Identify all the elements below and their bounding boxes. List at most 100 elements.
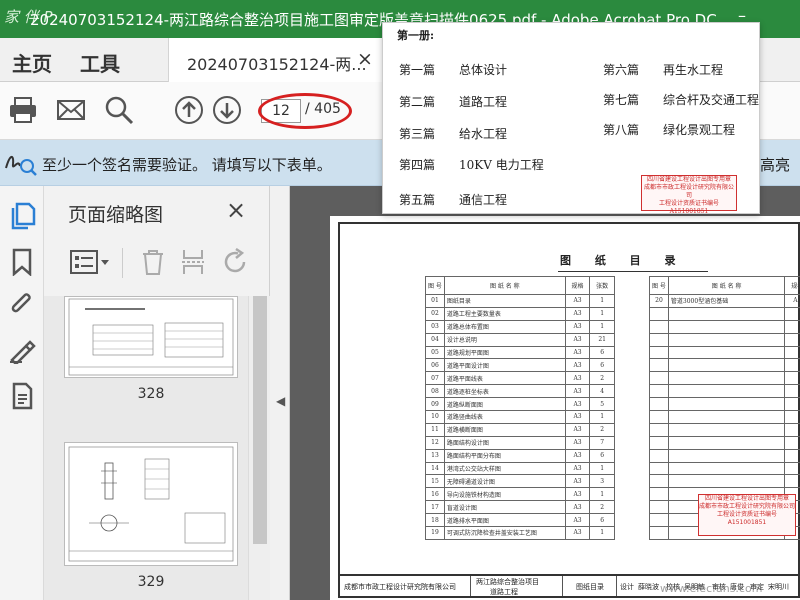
cell-name: 图纸目录 — [443, 294, 566, 308]
cell-name — [667, 319, 786, 334]
cell-no — [649, 435, 669, 450]
cell-spec: A3 — [564, 435, 591, 450]
volume-list-header: 第一册: — [397, 29, 435, 42]
header-no: 图 号 — [425, 276, 445, 295]
cell-no — [649, 345, 669, 360]
table-row: 07 道路平面线表 A3 2 — [425, 371, 615, 386]
cell-no: 17 — [425, 500, 445, 515]
highlight-label[interactable]: 高亮 — [760, 154, 790, 175]
cell-spec — [784, 474, 800, 489]
thumbnail-drawing — [68, 298, 234, 376]
document-tab-label: 20240703152124-两... — [187, 55, 367, 74]
cell-count: 1 — [589, 526, 615, 540]
table-row — [649, 345, 800, 360]
cell-name: 港湾式公交站大样图 — [443, 461, 566, 476]
cell-name — [667, 422, 786, 437]
signature-pen-icon[interactable] — [8, 336, 36, 364]
table-row: 18 道路排水平面图 A3 6 — [425, 513, 615, 528]
cell-spec — [784, 435, 800, 450]
document-page: 图 纸 目 录 图 号 图 纸 名 称 规格 张数 01 图纸目录 A3 1 02 道路工… — [330, 216, 800, 600]
cell-spec: A3 — [564, 345, 591, 360]
tab-home[interactable]: 主页 — [12, 48, 52, 77]
table-row — [649, 306, 800, 321]
cell-name — [667, 397, 786, 412]
header-count: 张数 — [589, 276, 615, 295]
cell-name — [667, 306, 786, 321]
stamp-line: A151001851 — [727, 519, 767, 526]
cell-no: 03 — [425, 319, 445, 334]
titleblock-project: 两江路综合整治项目 — [476, 578, 539, 586]
drawing-index-table-left: 图 号 图 纸 名 称 规格 张数 01 图纸目录 A3 1 02 道路工程主要数量表 A3… — [425, 276, 615, 540]
thumbnail-page-number: 329 — [137, 574, 165, 590]
delete-page-icon[interactable] — [140, 248, 166, 276]
cell-spec: A3 — [564, 358, 591, 373]
cell-no: 07 — [425, 371, 445, 386]
table-row — [649, 461, 800, 476]
cell-no — [649, 332, 669, 347]
cell-no — [649, 500, 669, 515]
cell-spec: A3 — [564, 319, 591, 334]
cell-spec: A3 — [564, 384, 591, 399]
cell-spec — [784, 461, 800, 476]
cell-name: 道路总体布置图 — [443, 319, 566, 334]
cell-name: 道路排水平面图 — [443, 513, 566, 528]
document-view[interactable]: 图 纸 目 录 图 号 图 纸 名 称 规格 张数 01 图纸目录 A3 1 02 道路工… — [290, 186, 800, 600]
cell-spec: A3 — [564, 422, 591, 437]
thumbnail-scrollbar[interactable] — [248, 296, 270, 600]
search-icon[interactable] — [104, 95, 134, 125]
page-thumbnails-icon[interactable] — [8, 202, 36, 230]
document-properties-icon[interactable] — [8, 382, 36, 410]
cell-name — [667, 410, 786, 424]
previous-page-icon[interactable] — [174, 95, 204, 125]
header-name: 图 纸 名 称 — [443, 276, 566, 295]
thumbnails-panel-title: 页面缩略图 — [68, 204, 164, 226]
cell-spec: A3 — [784, 294, 800, 308]
cell-spec: A3 — [564, 332, 591, 347]
stamp-line: A151001851 — [669, 208, 709, 215]
cell-name — [667, 371, 786, 386]
table-row: 17 盲道设计图 A3 2 — [425, 500, 615, 515]
cell-no: 11 — [425, 422, 445, 437]
volume-item: 第二篇 道路工程 — [399, 95, 508, 109]
email-icon[interactable] — [56, 95, 86, 125]
design-stamp: 四川省建设工程设计出图专用章 成都市市政工程设计研究院有限公司 工程设计资质证书… — [698, 494, 796, 536]
page-thumbnail-328[interactable] — [64, 296, 238, 378]
cell-spec: A3 — [564, 448, 591, 463]
page-thumbnail-329[interactable] — [64, 442, 238, 566]
next-page-icon[interactable] — [212, 95, 242, 125]
cell-no: 18 — [425, 513, 445, 528]
table-row: 10 道路竖曲线表 A3 1 — [425, 410, 615, 424]
attachment-icon[interactable] — [8, 290, 36, 318]
cell-spec: A3 — [564, 513, 591, 528]
cell-no — [649, 448, 669, 463]
tab-document[interactable]: 20240703152124-两... × — [168, 38, 383, 82]
cell-name — [667, 384, 786, 399]
cell-count: 5 — [589, 397, 615, 412]
extract-page-icon[interactable] — [180, 248, 206, 276]
rotate-page-icon[interactable] — [222, 248, 250, 276]
close-panel-icon[interactable]: × — [226, 196, 246, 224]
cell-no: 08 — [425, 384, 445, 399]
collapse-arrow-icon[interactable]: ◀ — [276, 394, 285, 408]
close-tab-icon[interactable]: × — [357, 48, 373, 70]
tab-tools[interactable]: 工具 — [80, 48, 120, 77]
titleblock-design-label: 设计 — [620, 583, 634, 591]
print-icon[interactable] — [8, 95, 38, 125]
title-underline — [558, 271, 708, 272]
cell-name — [667, 435, 786, 450]
thumbnail-options-icon[interactable] — [70, 250, 112, 276]
thumbnail-page-number: 328 — [137, 386, 165, 402]
cell-no: 12 — [425, 435, 445, 450]
cell-spec: A3 — [564, 397, 591, 412]
cell-name — [667, 345, 786, 360]
bookmark-icon[interactable] — [8, 248, 36, 276]
stamp-line: 四川省建设工程设计出图专用章 — [704, 495, 789, 502]
table-row — [649, 448, 800, 463]
table-row: 12 路面结构设计图 A3 7 — [425, 435, 615, 450]
panel-collapse-handle[interactable]: ◀ — [270, 186, 290, 600]
table-row — [649, 332, 800, 347]
cell-no: 01 — [425, 294, 445, 308]
scrollbar-thumb[interactable] — [253, 296, 267, 544]
cell-name — [667, 448, 786, 463]
cell-count: 2 — [589, 500, 615, 515]
